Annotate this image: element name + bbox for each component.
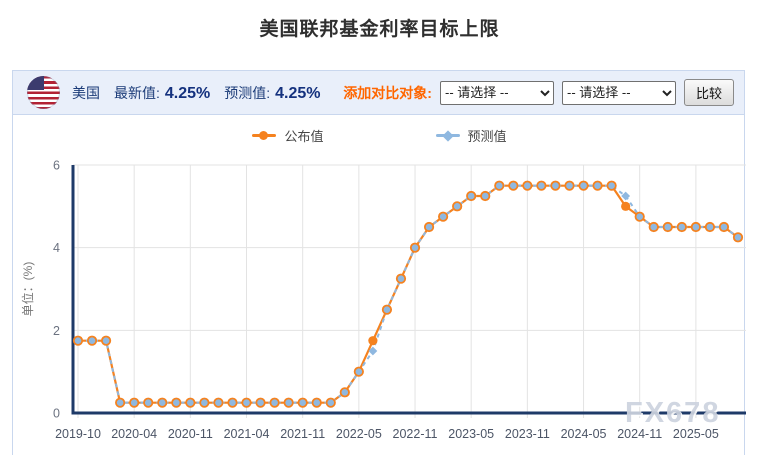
data-point bbox=[327, 398, 335, 406]
page-title: 美国联邦基金利率目标上限 bbox=[0, 14, 759, 41]
data-point bbox=[144, 398, 152, 406]
data-point bbox=[537, 181, 545, 189]
data-point bbox=[298, 398, 306, 406]
forecast-label: 预测值: bbox=[224, 83, 270, 103]
data-point bbox=[88, 336, 96, 344]
legend-label: 公布值 bbox=[284, 126, 323, 145]
gridlines bbox=[73, 165, 746, 418]
y-axis-title: 单位：(%) bbox=[20, 262, 35, 317]
data-point bbox=[678, 223, 686, 231]
legend-item-forecast[interactable]: 预测值 bbox=[436, 126, 507, 145]
country-name: 美国 bbox=[72, 83, 100, 103]
data-point bbox=[734, 233, 742, 241]
published-line-icon bbox=[252, 134, 276, 137]
data-point bbox=[313, 398, 321, 406]
data-point bbox=[523, 181, 531, 189]
header-bar: 美国 最新值: 4.25% 预测值: 4.25% 添加对比对象: -- 请选择 … bbox=[13, 71, 744, 115]
data-point bbox=[453, 202, 461, 210]
x-tick-label: 2021-04 bbox=[224, 427, 270, 441]
data-point bbox=[172, 398, 180, 406]
data-point bbox=[439, 212, 447, 220]
data-point bbox=[383, 305, 391, 313]
latest-label: 最新值: bbox=[114, 83, 160, 103]
page: 美国联邦基金利率目标上限 美国 最新值: 4.25% 预测值: 4.25% 添加… bbox=[0, 0, 759, 455]
y-tick-label: 4 bbox=[53, 241, 60, 255]
data-point-markers bbox=[74, 181, 742, 406]
legend-item-published[interactable]: 公布值 bbox=[252, 126, 323, 145]
data-point bbox=[636, 212, 644, 220]
x-tick-label: 2019-10 bbox=[55, 427, 101, 441]
published-point bbox=[368, 336, 377, 345]
data-point bbox=[284, 398, 292, 406]
published-point bbox=[621, 202, 630, 211]
compare-label: 添加对比对象: bbox=[343, 83, 432, 103]
data-point bbox=[467, 192, 475, 200]
x-tick-label: 2022-11 bbox=[393, 427, 438, 441]
data-point bbox=[130, 398, 138, 406]
data-point bbox=[397, 274, 405, 282]
data-point bbox=[200, 398, 208, 406]
y-tick-label: 0 bbox=[53, 407, 60, 421]
data-point bbox=[664, 223, 672, 231]
data-point bbox=[355, 367, 363, 375]
data-point bbox=[425, 223, 433, 231]
data-point bbox=[481, 192, 489, 200]
data-point bbox=[495, 181, 503, 189]
data-point bbox=[228, 398, 236, 406]
legend-label: 预测值 bbox=[468, 126, 507, 145]
tick-labels: 2019-10 2020-04 2020-11 2021-04 2021-11 2022-… bbox=[20, 159, 719, 442]
latest-value-pair: 最新值: 4.25% bbox=[114, 83, 210, 103]
data-point bbox=[270, 398, 278, 406]
watermark: FX678 bbox=[625, 397, 720, 430]
y-tick-label: 6 bbox=[53, 159, 60, 173]
data-point bbox=[551, 181, 559, 189]
x-tick-label: 2023-11 bbox=[505, 427, 550, 441]
x-tick-label: 2022-05 bbox=[336, 427, 382, 441]
chart-panel: 美国 最新值: 4.25% 预测值: 4.25% 添加对比对象: -- 请选择 … bbox=[12, 70, 745, 455]
compare-select-2[interactable]: -- 请选择 -- bbox=[562, 81, 676, 105]
compare-select-1[interactable]: -- 请选择 -- bbox=[440, 81, 554, 105]
latest-value: 4.25% bbox=[165, 85, 210, 103]
data-point bbox=[411, 243, 419, 251]
x-tick-label: 2021-11 bbox=[280, 427, 325, 441]
chart-legend: 公布值 预测值 bbox=[13, 126, 746, 145]
data-point bbox=[158, 398, 166, 406]
data-point bbox=[565, 181, 573, 189]
data-point bbox=[692, 223, 700, 231]
data-point bbox=[607, 181, 615, 189]
data-point bbox=[214, 398, 222, 406]
data-point bbox=[579, 181, 587, 189]
us-flag-icon bbox=[27, 76, 60, 109]
forecast-value: 4.25% bbox=[275, 85, 320, 103]
data-point bbox=[706, 223, 714, 231]
circle-marker-icon bbox=[259, 131, 268, 140]
data-point bbox=[256, 398, 264, 406]
x-tick-label: 2020-04 bbox=[111, 427, 157, 441]
data-point bbox=[102, 336, 110, 344]
data-point bbox=[341, 388, 349, 396]
data-point bbox=[509, 181, 517, 189]
data-point bbox=[593, 181, 601, 189]
diamond-marker-icon bbox=[442, 130, 453, 141]
forecast-line-icon bbox=[436, 134, 460, 137]
data-point bbox=[720, 223, 728, 231]
x-tick-label: 2020-11 bbox=[168, 427, 213, 441]
data-point bbox=[242, 398, 250, 406]
data-point bbox=[116, 398, 124, 406]
data-point bbox=[74, 336, 82, 344]
y-tick-label: 2 bbox=[53, 324, 60, 338]
compare-button[interactable]: 比较 bbox=[684, 79, 734, 106]
x-tick-label: 2023-05 bbox=[448, 427, 494, 441]
x-tick-label: 2024-05 bbox=[561, 427, 607, 441]
axes bbox=[72, 165, 747, 415]
forecast-value-pair: 预测值: 4.25% bbox=[224, 83, 320, 103]
data-point bbox=[186, 398, 194, 406]
data-point bbox=[650, 223, 658, 231]
